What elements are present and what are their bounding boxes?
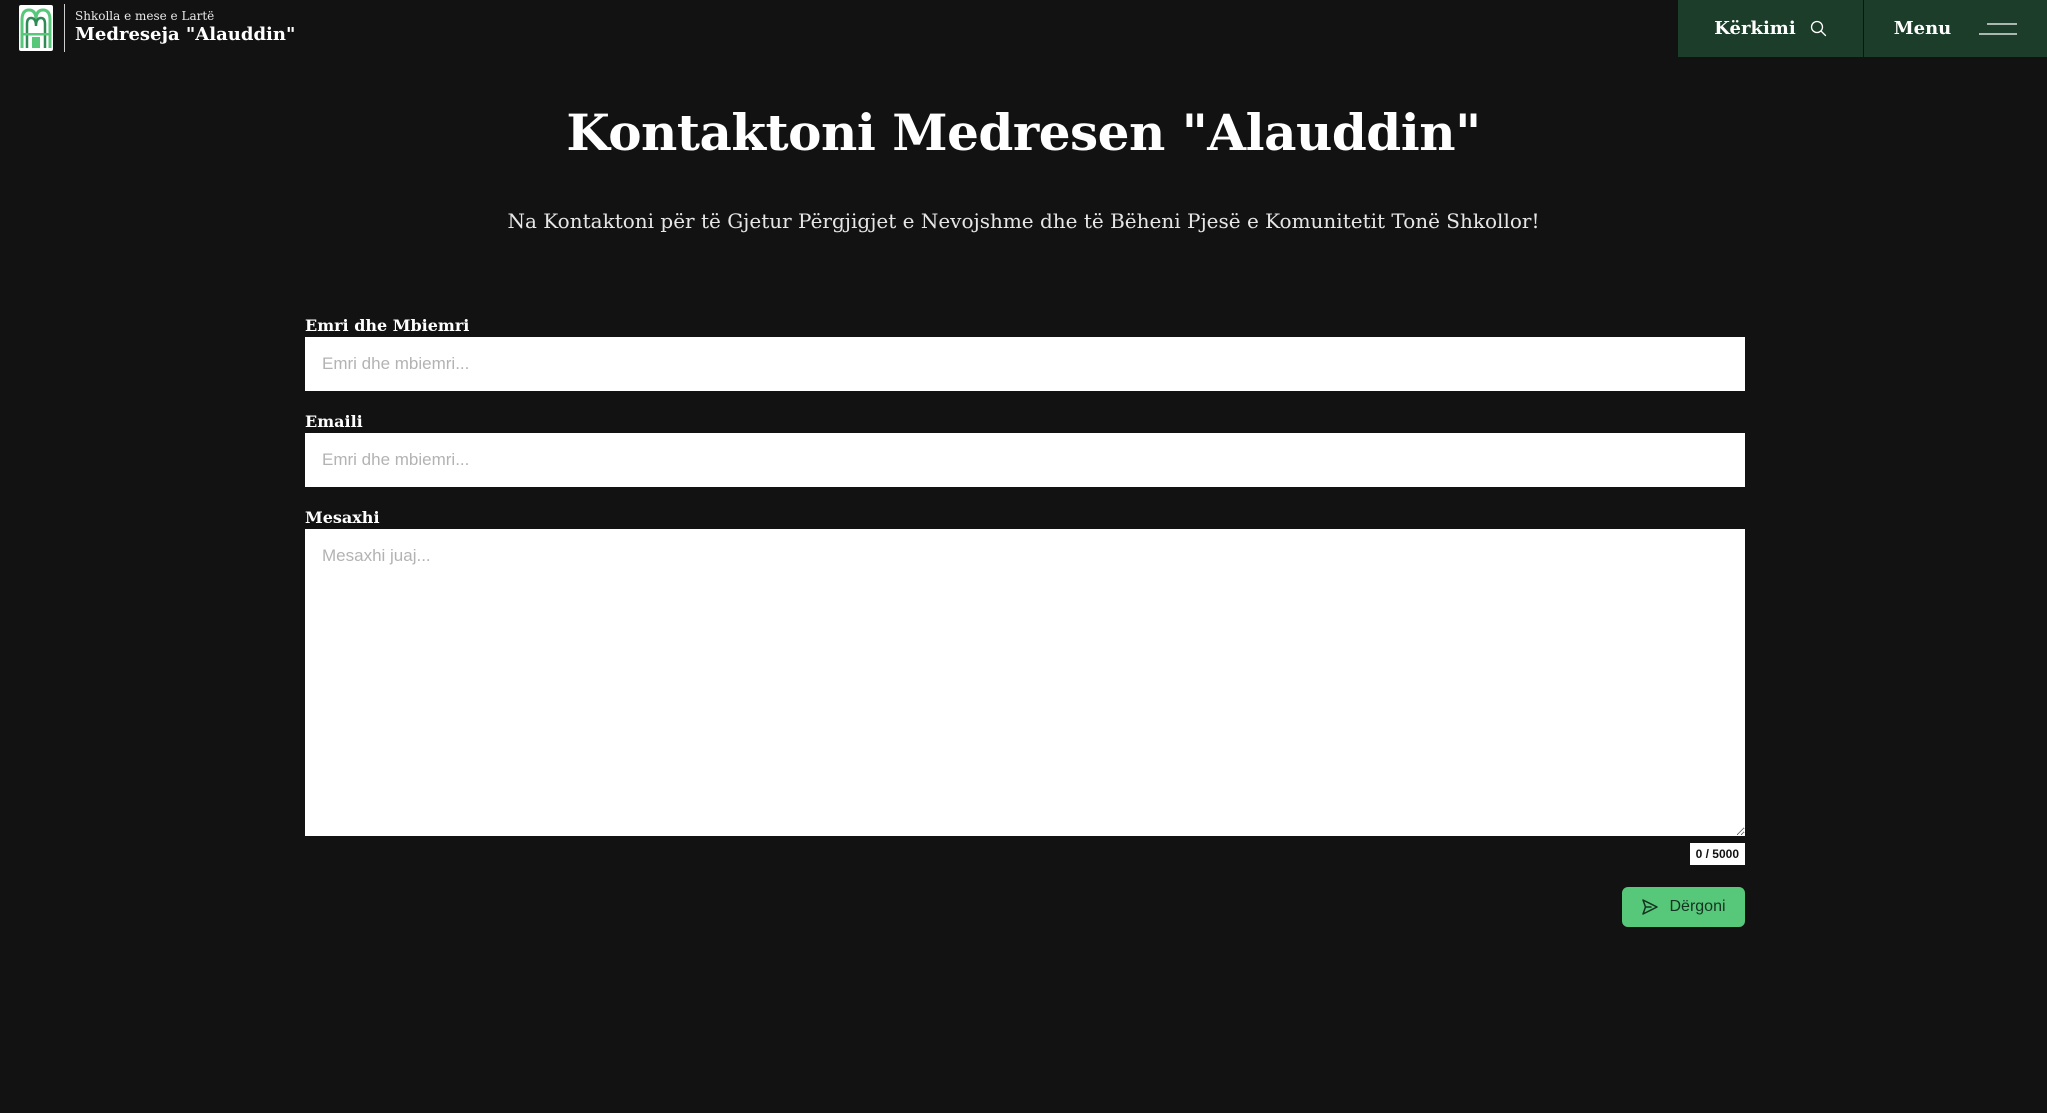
send-button[interactable]: Dërgoni (1622, 887, 1745, 927)
menu-button[interactable]: Menu (1864, 0, 2047, 57)
submit-row: Dërgoni (305, 887, 1745, 947)
name-field-group: Emri dhe Mbiemri (305, 315, 1745, 391)
send-button-label: Dërgoni (1669, 898, 1726, 915)
brand-text: Shkolla e mese e Lartë Medreseja "Alaudd… (75, 9, 295, 47)
character-counter: 0 / 5000 (1689, 843, 1745, 865)
menu-label: Menu (1893, 18, 1952, 39)
medrese-logo-icon (19, 5, 53, 51)
brand-home-link[interactable]: Shkolla e mese e Lartë Medreseja "Alaudd… (18, 4, 295, 52)
site-header: Shkolla e mese e Lartë Medreseja "Alaudd… (0, 0, 2047, 57)
contact-form: Emri dhe Mbiemri Emaili Mesaxhi 0 / 5000… (305, 315, 1745, 947)
search-icon (1810, 20, 1826, 37)
email-input[interactable] (305, 433, 1745, 487)
name-label: Emri dhe Mbiemri (305, 316, 470, 335)
page-subtitle: Na Kontaktoni për të Gjetur Përgjigjet e… (507, 209, 1540, 233)
counter-row: 0 / 5000 (305, 836, 1745, 866)
message-textarea[interactable] (305, 529, 1745, 836)
page-title: Kontaktoni Medresen "Alauddin" (566, 103, 1481, 162)
brand-divider (64, 4, 65, 52)
email-field-group: Emaili (305, 411, 1745, 487)
search-label: Kërkimi (1714, 18, 1796, 39)
email-label: Emaili (305, 412, 363, 431)
message-field-group: Mesaxhi (305, 507, 1745, 836)
search-button[interactable]: Kërkimi (1678, 0, 1863, 57)
name-input[interactable] (305, 337, 1745, 391)
hamburger-menu-icon (1979, 22, 2018, 35)
send-icon (1642, 899, 1659, 915)
message-label: Mesaxhi (305, 508, 380, 527)
brand-subtitle: Shkolla e mese e Lartë (75, 9, 215, 23)
brand-title: Medreseja "Alauddin" (75, 24, 296, 45)
